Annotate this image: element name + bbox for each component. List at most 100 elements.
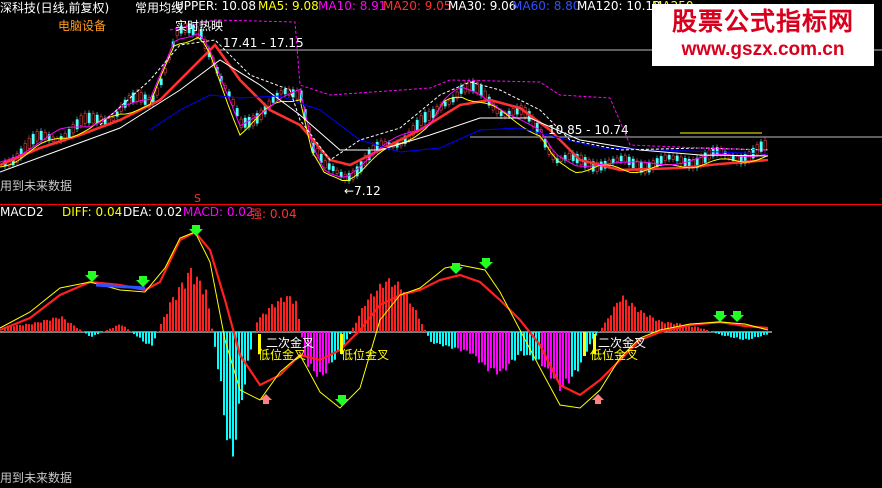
macd-bar xyxy=(142,332,144,342)
macd-bar xyxy=(70,323,72,332)
macd-bar xyxy=(172,297,174,332)
candle-body xyxy=(280,91,282,94)
macd-bar xyxy=(751,332,753,339)
macd-bar xyxy=(757,332,759,337)
macd-bar xyxy=(439,332,441,344)
macd-bar xyxy=(268,308,270,332)
macd-bar xyxy=(154,332,156,338)
macd-bar xyxy=(601,328,603,332)
macd-bar xyxy=(388,278,390,332)
death-cross-arrow-icon xyxy=(730,311,744,322)
macd-bar xyxy=(136,332,138,336)
death-cross-arrow-icon xyxy=(335,395,349,406)
macd-bar xyxy=(607,318,609,332)
candle-body xyxy=(32,134,34,144)
macd-bar xyxy=(736,332,738,337)
candle-body xyxy=(72,124,74,133)
candle-body xyxy=(68,129,70,136)
macd-bar xyxy=(76,328,78,332)
macd-bar xyxy=(55,318,57,332)
macd-bar xyxy=(127,329,129,332)
macd-bar xyxy=(187,273,189,332)
macd-bar xyxy=(331,332,333,362)
macd-bar xyxy=(490,332,492,368)
ma120-value: MA120: 10.13 xyxy=(577,0,661,13)
macd-bar xyxy=(169,302,171,332)
death-cross-arrow-icon xyxy=(449,263,463,274)
future-data-note-bottom: 用到未来数据 xyxy=(0,469,72,486)
macd-bar xyxy=(724,332,726,336)
candle-body xyxy=(664,155,666,161)
macd-bar xyxy=(139,332,141,338)
macd-bar xyxy=(124,327,126,332)
macd-bar xyxy=(319,332,321,372)
macd-bar xyxy=(628,306,630,332)
candle-body xyxy=(344,174,346,180)
macd-bar xyxy=(544,332,546,367)
macd-bar xyxy=(763,332,765,335)
death-cross-arrow-icon xyxy=(136,276,150,287)
macd-bar xyxy=(355,323,357,332)
macd-bar xyxy=(748,332,750,340)
candle-body xyxy=(616,158,618,161)
candle-body xyxy=(80,116,82,126)
candle-body xyxy=(240,119,242,128)
macd-bar xyxy=(739,332,741,339)
macd-bar xyxy=(37,322,39,332)
candle-body xyxy=(416,120,418,130)
macd-bar xyxy=(421,324,423,332)
macd-bar xyxy=(415,310,417,332)
macd-bar xyxy=(652,317,654,332)
macd-bar xyxy=(349,332,351,334)
macd-bar xyxy=(406,294,408,332)
macd-bar xyxy=(34,322,36,332)
macd-bar xyxy=(718,332,720,334)
sector-label: 电脑设备 xyxy=(58,17,106,34)
macd-bar xyxy=(598,331,600,332)
macd-bar xyxy=(346,332,348,339)
macd-bar xyxy=(463,332,465,350)
candle-body xyxy=(680,157,682,163)
macd-bar xyxy=(157,331,159,332)
macd-bar xyxy=(610,315,612,332)
macd-bar xyxy=(208,308,210,332)
macd-bar xyxy=(43,320,45,332)
macd-bar xyxy=(22,325,24,332)
macd-bar xyxy=(742,332,744,340)
macd-bar xyxy=(472,332,474,353)
candle-body xyxy=(640,163,642,173)
candle-body xyxy=(336,170,338,173)
death-cross-arrow-icon xyxy=(713,311,727,322)
candle-body xyxy=(480,86,482,96)
low-golden-cross-label-2: 低位金叉 xyxy=(341,346,389,363)
candle-body xyxy=(36,132,38,141)
macd-bar xyxy=(271,304,273,332)
macd-bar xyxy=(103,331,105,332)
macd-bar xyxy=(385,282,387,332)
macd-bar xyxy=(745,332,747,339)
macd-bar xyxy=(145,332,147,344)
macd-bar xyxy=(88,332,90,336)
macd-bar xyxy=(148,332,150,344)
macd-bar xyxy=(214,332,216,347)
candle-body xyxy=(656,158,658,166)
macd-bar xyxy=(709,331,711,332)
macd-bar xyxy=(46,320,48,332)
watermark-logo: 股票公式指标网 www.gszx.com.cn xyxy=(652,4,874,66)
macd-bar xyxy=(166,314,168,332)
death-cross-arrow-icon xyxy=(85,271,99,282)
macd-bar xyxy=(622,295,624,332)
macd-bar xyxy=(205,290,207,332)
macd-bar xyxy=(475,332,477,356)
macd-dea-value: DEA: 0.02 xyxy=(123,205,182,219)
low-price-label: ←7.12 xyxy=(344,184,381,198)
macd-bar xyxy=(328,332,330,363)
candle-body xyxy=(704,153,706,163)
macd-strength-value: 强: 0.04 xyxy=(250,205,297,222)
s-marker: S xyxy=(194,192,201,205)
macd-bar xyxy=(505,332,507,370)
macd-bar xyxy=(550,332,552,379)
candle-body xyxy=(500,112,502,116)
candle-body xyxy=(632,159,634,168)
macd-bar xyxy=(565,332,567,379)
